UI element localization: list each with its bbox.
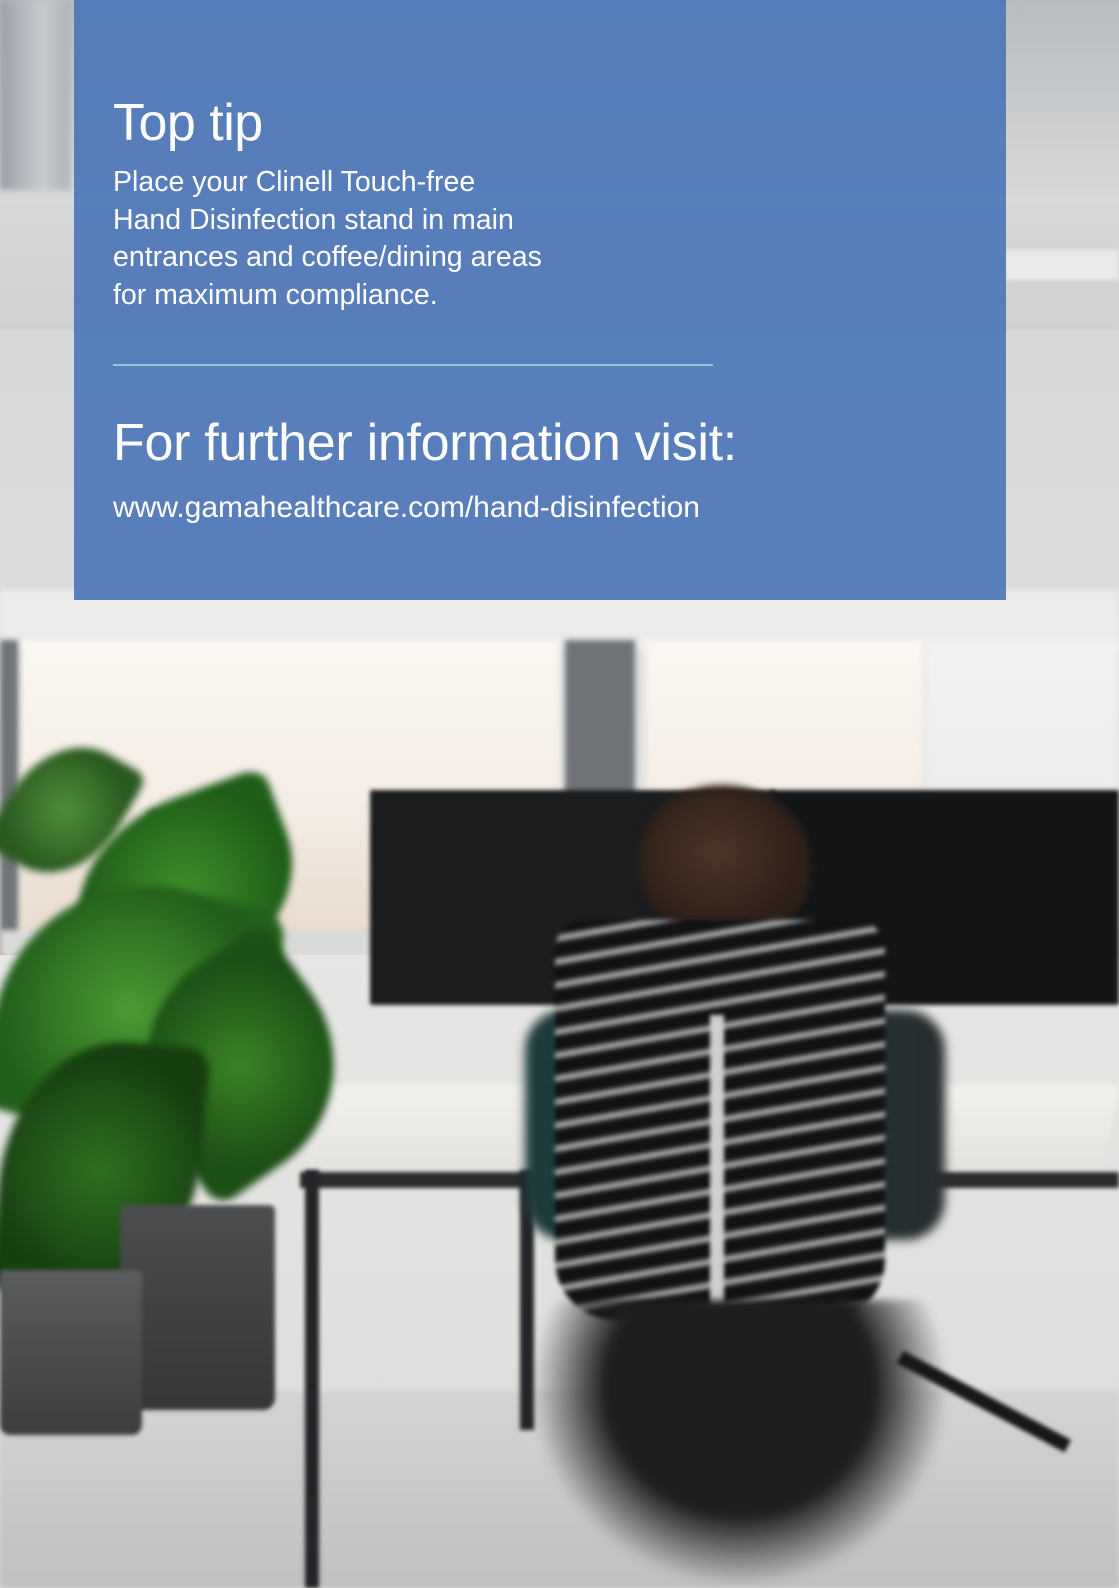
top-tip-text: Place your Clinell Touch-free Hand Disin… <box>113 164 633 314</box>
office-chair-spine <box>710 1015 724 1315</box>
desk-leg <box>305 1170 319 1588</box>
website-link[interactable]: www.gamahealthcare.com/hand-disinfection <box>113 491 700 525</box>
ceiling-duct <box>0 0 70 190</box>
plant-pot <box>120 1205 275 1410</box>
top-tip-heading: Top tip <box>113 94 263 152</box>
info-panel: Top tip Place your Clinell Touch-free Ha… <box>74 0 1006 600</box>
top-tip-line: Place your Clinell Touch-free <box>113 166 476 198</box>
person-head <box>640 785 810 935</box>
office-chair-base <box>530 1300 950 1588</box>
plant-pot <box>0 1270 142 1435</box>
ceiling-beam <box>1005 250 1119 280</box>
top-tip-line: Hand Disinfection stand in main <box>113 203 514 236</box>
top-tip-line: for maximum compliance. <box>113 278 438 311</box>
top-tip-line: entrances and coffee/dining areas <box>113 241 542 273</box>
section-divider <box>113 364 713 366</box>
further-info-heading: For further information visit: <box>113 414 737 472</box>
